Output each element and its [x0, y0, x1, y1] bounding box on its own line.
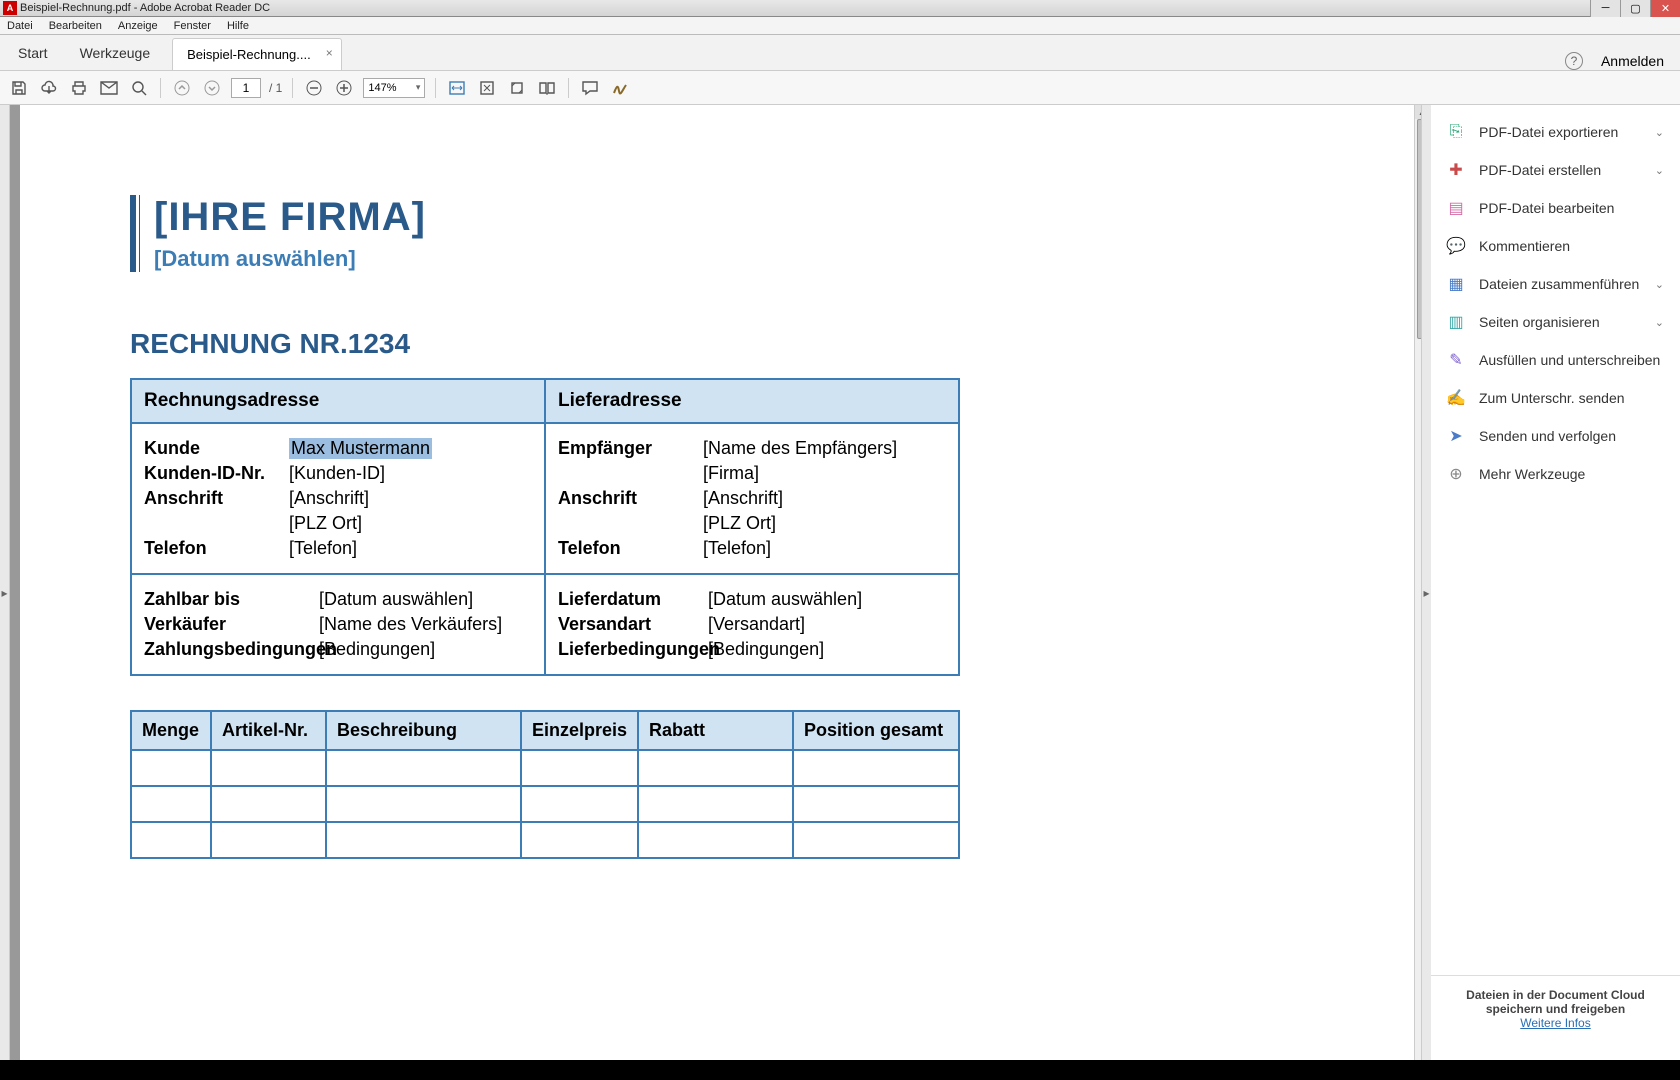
zoom-out-icon[interactable] [303, 77, 325, 99]
document-area: [IHRE FIRMA] [Datum auswählen] RECHNUNG … [10, 105, 1430, 1080]
right-panel-handle[interactable]: ▸ [1421, 105, 1431, 1080]
terms-right-cell: Lieferdatum[Datum auswählen] Versandart[… [545, 574, 959, 675]
invoice-title: RECHNUNG NR.1234 [130, 328, 1304, 360]
rotate-icon[interactable] [506, 77, 528, 99]
chevron-down-icon: ⌄ [1655, 278, 1664, 291]
menubar: Datei Bearbeiten Anzeige Fenster Hilfe [0, 17, 1680, 35]
customer-name-value[interactable]: Max Mustermann [289, 438, 432, 459]
chevron-down-icon: ⌄ [1655, 126, 1664, 139]
sign-icon[interactable] [609, 77, 631, 99]
menu-datei[interactable]: Datei [4, 19, 36, 33]
menu-bearbeiten[interactable]: Bearbeiten [46, 19, 105, 33]
footer-link[interactable]: Weitere Infos [1520, 1016, 1590, 1030]
table-row [131, 750, 959, 786]
tool-edit-pdf[interactable]: ▤PDF-Datei bearbeiten [1431, 189, 1680, 227]
company-name: [IHRE FIRMA] [154, 195, 1304, 240]
signin-button[interactable]: Anmelden [1601, 53, 1664, 69]
print-icon[interactable] [68, 77, 90, 99]
app-icon: A [3, 1, 17, 15]
close-button[interactable]: ✕ [1650, 0, 1680, 17]
chevron-down-icon: ⌄ [1655, 164, 1664, 177]
tabstrip: Start Werkzeuge Beispiel-Rechnung.... × … [0, 35, 1680, 71]
tab-document-label: Beispiel-Rechnung.... [187, 47, 311, 62]
table-row [131, 786, 959, 822]
main: ▸ [IHRE FIRMA] [Datum auswählen] RECHNUN… [0, 105, 1680, 1080]
edit-icon: ▤ [1447, 199, 1465, 217]
document-page: [IHRE FIRMA] [Datum auswählen] RECHNUNG … [20, 105, 1414, 1080]
page-down-icon[interactable] [201, 77, 223, 99]
page-up-icon[interactable] [171, 77, 193, 99]
tab-start[interactable]: Start [2, 36, 64, 70]
tool-comment[interactable]: 💬Kommentieren [1431, 227, 1680, 265]
menu-hilfe[interactable]: Hilfe [224, 19, 252, 33]
items-table: Menge Artikel-Nr. Beschreibung Einzelpre… [130, 710, 960, 859]
combine-icon: ▦ [1447, 275, 1465, 293]
table-row [131, 822, 959, 858]
comment-icon[interactable] [579, 77, 601, 99]
shipping-header: Lieferadresse [545, 379, 959, 423]
create-icon: ✚ [1447, 161, 1465, 179]
tab-close-icon[interactable]: × [326, 46, 333, 60]
toolbar: / 1 147% [0, 71, 1680, 105]
tool-more[interactable]: ⊕Mehr Werkzeuge [1431, 455, 1680, 493]
tool-send-sign[interactable]: ✍Zum Unterschr. senden [1431, 379, 1680, 417]
menu-fenster[interactable]: Fenster [171, 19, 214, 33]
col-desc: Beschreibung [326, 711, 521, 750]
tool-fill-sign[interactable]: ✎Ausfüllen und unterschreiben [1431, 341, 1680, 379]
page-input[interactable] [231, 78, 261, 98]
export-icon: ⎘ [1447, 123, 1465, 141]
tool-combine[interactable]: ▦Dateien zusammenführen⌄ [1431, 265, 1680, 303]
comment-icon: 💬 [1447, 237, 1465, 255]
date-select: [Datum auswählen] [154, 246, 1304, 272]
search-icon[interactable] [128, 77, 150, 99]
letterhead: [IHRE FIRMA] [Datum auswählen] [130, 195, 1304, 272]
col-sku: Artikel-Nr. [211, 711, 326, 750]
address-table: Rechnungsadresse Lieferadresse KundeMax … [130, 378, 960, 676]
sign-icon: ✎ [1447, 351, 1465, 369]
plus-icon: ⊕ [1447, 465, 1465, 483]
tool-create-pdf[interactable]: ✚PDF-Datei erstellen⌄ [1431, 151, 1680, 189]
tab-document[interactable]: Beispiel-Rechnung.... × [172, 38, 342, 70]
page-count: / 1 [269, 81, 282, 95]
send-track-icon: ➤ [1447, 427, 1465, 445]
tool-send-track[interactable]: ➤Senden und verfolgen [1431, 417, 1680, 455]
chevron-down-icon: ⌄ [1655, 316, 1664, 329]
tools-panel: ▸ ⎘PDF-Datei exportieren⌄ ✚PDF-Datei ers… [1430, 105, 1680, 1080]
zoom-in-icon[interactable] [333, 77, 355, 99]
help-icon[interactable]: ? [1565, 52, 1583, 70]
tool-organize[interactable]: ▥Seiten organisieren⌄ [1431, 303, 1680, 341]
tool-export-pdf[interactable]: ⎘PDF-Datei exportieren⌄ [1431, 113, 1680, 151]
billing-cell: KundeMax Mustermann Kunden-ID-Nr.[Kunden… [131, 423, 545, 574]
titlebar: A Beispiel-Rechnung.pdf - Adobe Acrobat … [0, 0, 1680, 17]
shipping-cell: Empfänger[Name des Empfängers] [Firma] A… [545, 423, 959, 574]
billing-header: Rechnungsadresse [131, 379, 545, 423]
col-price: Einzelpreis [521, 711, 638, 750]
zoom-select[interactable]: 147% [363, 78, 425, 98]
terms-left-cell: Zahlbar bis[Datum auswählen] Verkäufer[N… [131, 574, 545, 675]
left-panel-handle[interactable]: ▸ [0, 105, 10, 1080]
menu-anzeige[interactable]: Anzeige [115, 19, 161, 33]
col-total: Position gesamt [793, 711, 959, 750]
send-sign-icon: ✍ [1447, 389, 1465, 407]
minimize-button[interactable]: ─ [1590, 0, 1620, 17]
read-mode-icon[interactable] [536, 77, 558, 99]
taskbar [0, 1060, 1680, 1080]
fit-page-icon[interactable] [476, 77, 498, 99]
window-title: Beispiel-Rechnung.pdf - Adobe Acrobat Re… [20, 2, 270, 14]
footer-text: Dateien in der Document Cloud speichern … [1441, 988, 1670, 1016]
tab-tools[interactable]: Werkzeuge [64, 36, 167, 70]
fit-width-icon[interactable] [446, 77, 468, 99]
organize-icon: ▥ [1447, 313, 1465, 331]
col-qty: Menge [131, 711, 211, 750]
col-discount: Rabatt [638, 711, 793, 750]
cloud-icon[interactable] [38, 77, 60, 99]
maximize-button[interactable]: ▢ [1620, 0, 1650, 17]
save-icon[interactable] [8, 77, 30, 99]
mail-icon[interactable] [98, 77, 120, 99]
